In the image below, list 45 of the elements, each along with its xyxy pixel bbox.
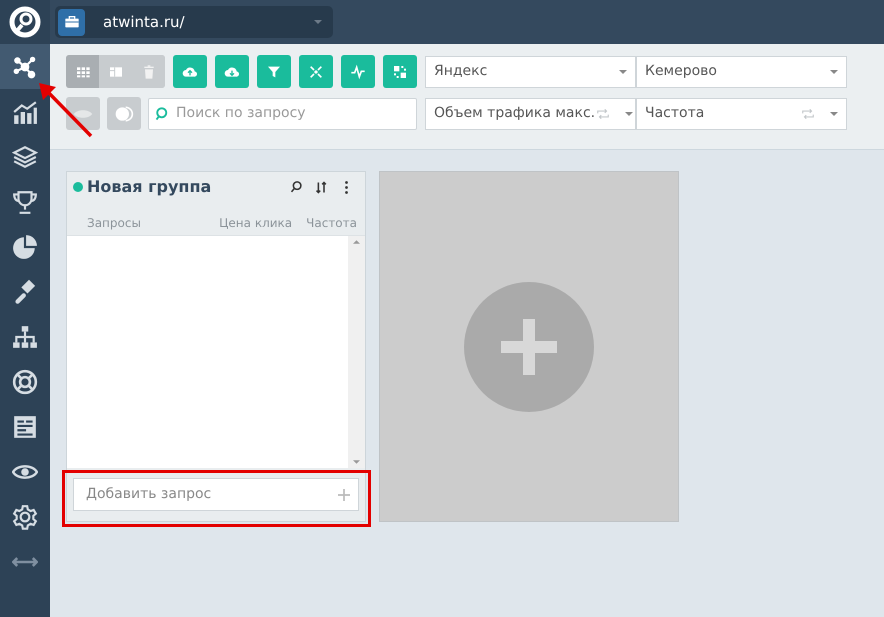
settings-icon [12,504,38,530]
dropdown[interactable]: Частота [636,98,847,130]
filter-icon [266,64,282,80]
dropdown[interactable]: Кемерово [636,56,847,88]
search-icon [155,106,170,121]
network-icon [12,54,38,80]
column-header: Запросы [87,215,142,232]
column-header: Частота [306,215,357,232]
dropdown[interactable]: Яндекс [425,56,636,88]
sidebar-item[interactable] [0,44,50,89]
bar-chart-icon [12,98,38,124]
layers-icon [12,144,38,170]
toggle-button[interactable] [107,97,141,130]
caret-icon [830,70,838,74]
toggle-button[interactable] [66,97,100,130]
dropdown[interactable]: Объем трафика макс. [425,98,636,130]
add-query-box[interactable]: Добавить запрос [73,478,359,511]
sitemap-icon [12,324,38,350]
pulse-icon [350,64,366,80]
caret-icon [830,112,838,116]
group-title: Новая группа [87,176,212,198]
qr-code-icon [392,64,408,80]
contrast-icon [114,104,134,124]
briefcase-icon [58,8,85,36]
plus-icon [338,488,350,500]
trophy-icon [12,188,38,214]
sort-icon [314,180,329,194]
scroll-down-icon [353,460,360,464]
caret-icon [619,70,627,74]
pie-chart-icon [12,234,38,260]
scroll-up-icon [353,240,360,244]
plus-icon [464,282,594,412]
project-selector[interactable]: atwinta.ru/ [55,6,333,38]
search-box[interactable]: Поиск по запросу [148,98,417,130]
logo-icon [9,6,41,38]
lifebuoy-icon [12,368,38,394]
refresh-icon [595,106,612,120]
annotation-arrow [36,80,94,140]
refresh-icon [800,106,816,120]
caret-icon [625,112,634,116]
column-header: Цена клика [219,215,292,232]
search-icon [289,180,304,194]
expand-icon [308,64,324,80]
caret-icon [314,20,322,24]
report-icon [12,414,38,440]
